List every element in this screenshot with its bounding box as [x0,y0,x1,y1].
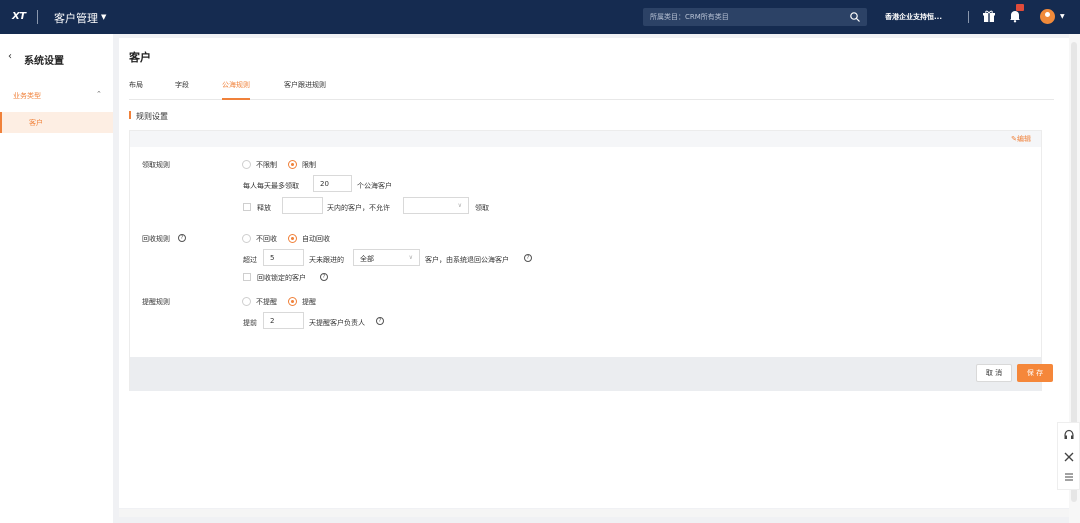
select-value: 全部 [360,255,374,263]
edit-button[interactable]: ✎编辑 [1011,134,1031,144]
avatar[interactable] [1040,9,1055,24]
release-mid-text: 天内的客户，不允许 [327,204,390,212]
remind-prefix: 提前 [243,319,257,327]
release-days-input[interactable] [282,197,323,214]
release-checkbox[interactable] [243,203,251,211]
radio-label[interactable]: 限制 [302,160,316,170]
page-title: 客户 [129,51,151,64]
sidebar-item-label: 客户 [29,119,43,127]
help-icon[interactable]: ? [524,254,532,262]
search-placeholder: 所属类目：CRM所有类目 [650,13,729,21]
chevron-down-icon: ∨ [457,202,462,209]
remind-rule-label: 提醒规则 [142,298,170,306]
caret-down-icon[interactable]: ▼ [1060,13,1065,20]
notification-badge [1016,4,1024,11]
main-content: 客户 布局 字段 公海规则 客户跟进规则 规则设置 ✎编辑 领取规则 不限制 限… [119,38,1069,508]
headset-icon[interactable] [1063,429,1075,441]
sidebar-title: 系统设置 [24,56,64,67]
help-icon[interactable]: ? [320,273,328,281]
edit-label: 编辑 [1017,135,1031,143]
org-name[interactable]: 香港企业支持恒... [885,12,942,22]
tools-icon[interactable] [1063,451,1075,463]
caret-down-icon[interactable]: ▼ [101,13,106,21]
tab-followup-rules[interactable]: 客户跟进规则 [284,80,326,100]
remind-suffix: 天提醒客户负责人 [309,319,365,327]
sidebar: ‹ 系统设置 业务类型 ⌃ 客户 [0,34,113,523]
section-title: 规则设置 [136,112,168,121]
sidebar-item-customer[interactable]: 客户 [0,112,113,133]
panel-header: ✎编辑 [130,131,1041,147]
daily-limit-prefix: 每人每天最多领取 [243,182,299,190]
cancel-button[interactable]: 取 消 [976,364,1012,382]
tab-fields[interactable]: 字段 [175,80,189,100]
tab-pool-rules[interactable]: 公海规则 [222,80,250,100]
claim-rule-label: 领取规则 [142,161,170,169]
app-logo[interactable]: XT [12,11,26,22]
radio-label[interactable]: 自动回收 [302,234,330,244]
recycle-locked-checkbox[interactable] [243,273,251,281]
radio-no-recycle[interactable] [242,234,251,243]
radio-remind[interactable] [288,297,297,306]
radio-no-remind[interactable] [242,297,251,306]
radio-label[interactable]: 不限制 [256,160,277,170]
release-label[interactable]: 释放 [257,203,271,213]
radio-label[interactable]: 不提醒 [256,297,277,307]
recycle-days-input[interactable]: 5 [263,249,304,266]
gift-icon[interactable] [982,9,996,23]
help-icon[interactable]: ? [178,234,186,242]
horizontal-scrollbar[interactable] [119,509,1069,517]
remind-days-input[interactable]: 2 [263,312,304,329]
release-select[interactable]: ∨ [403,197,469,214]
panel-footer: 取 消 保 存 [130,357,1053,391]
radio-label[interactable]: 不回收 [256,234,277,244]
chevron-up-icon[interactable]: ⌃ [96,90,102,98]
bell-icon[interactable] [1008,9,1022,23]
radio-claim-unlimited[interactable] [242,160,251,169]
top-navbar: XT 客户管理 ▼ 所属类目：CRM所有类目 香港企业支持恒... ▼ [0,0,1080,34]
radio-claim-limited[interactable] [288,160,297,169]
recycle-locked-label[interactable]: 回收锁定的客户 [257,273,306,283]
help-icon[interactable]: ? [376,317,384,325]
scope-select[interactable]: 全部 ∨ [353,249,420,266]
active-indicator [0,112,2,133]
daily-limit-input[interactable]: 20 [313,175,352,192]
section-marker [129,111,131,119]
tab-layout[interactable]: 布局 [129,80,143,100]
menu-icon[interactable] [1063,471,1075,483]
chevron-left-icon[interactable]: ‹ [8,51,12,62]
search-box[interactable]: 所属类目：CRM所有类目 [643,8,867,26]
radio-auto-recycle[interactable] [288,234,297,243]
divider [37,10,38,24]
save-button[interactable]: 保 存 [1017,364,1053,382]
search-icon[interactable] [849,11,861,23]
chevron-down-icon: ∨ [408,254,413,261]
recycle-rule-label: 回收规则 [142,235,170,243]
app-title[interactable]: 客户管理 [54,10,98,26]
exceed-prefix: 超过 [243,256,257,264]
floating-toolbar [1057,422,1080,490]
rules-panel: ✎编辑 领取规则 不限制 限制 每人每天最多领取 20 个公海客户 释放 天内的… [129,130,1053,391]
divider [968,11,969,23]
sidebar-group-business-type[interactable]: 业务类型 [13,91,41,101]
scope-suffix: 客户，由系统退回公海客户 [425,256,509,264]
daily-limit-suffix: 个公海客户 [357,182,392,190]
radio-label[interactable]: 提醒 [302,297,316,307]
release-suffix: 领取 [475,204,489,212]
days-mid-text: 天未跟进的 [309,256,344,264]
tab-bar: 布局 字段 公海规则 客户跟进规则 [129,80,1054,100]
